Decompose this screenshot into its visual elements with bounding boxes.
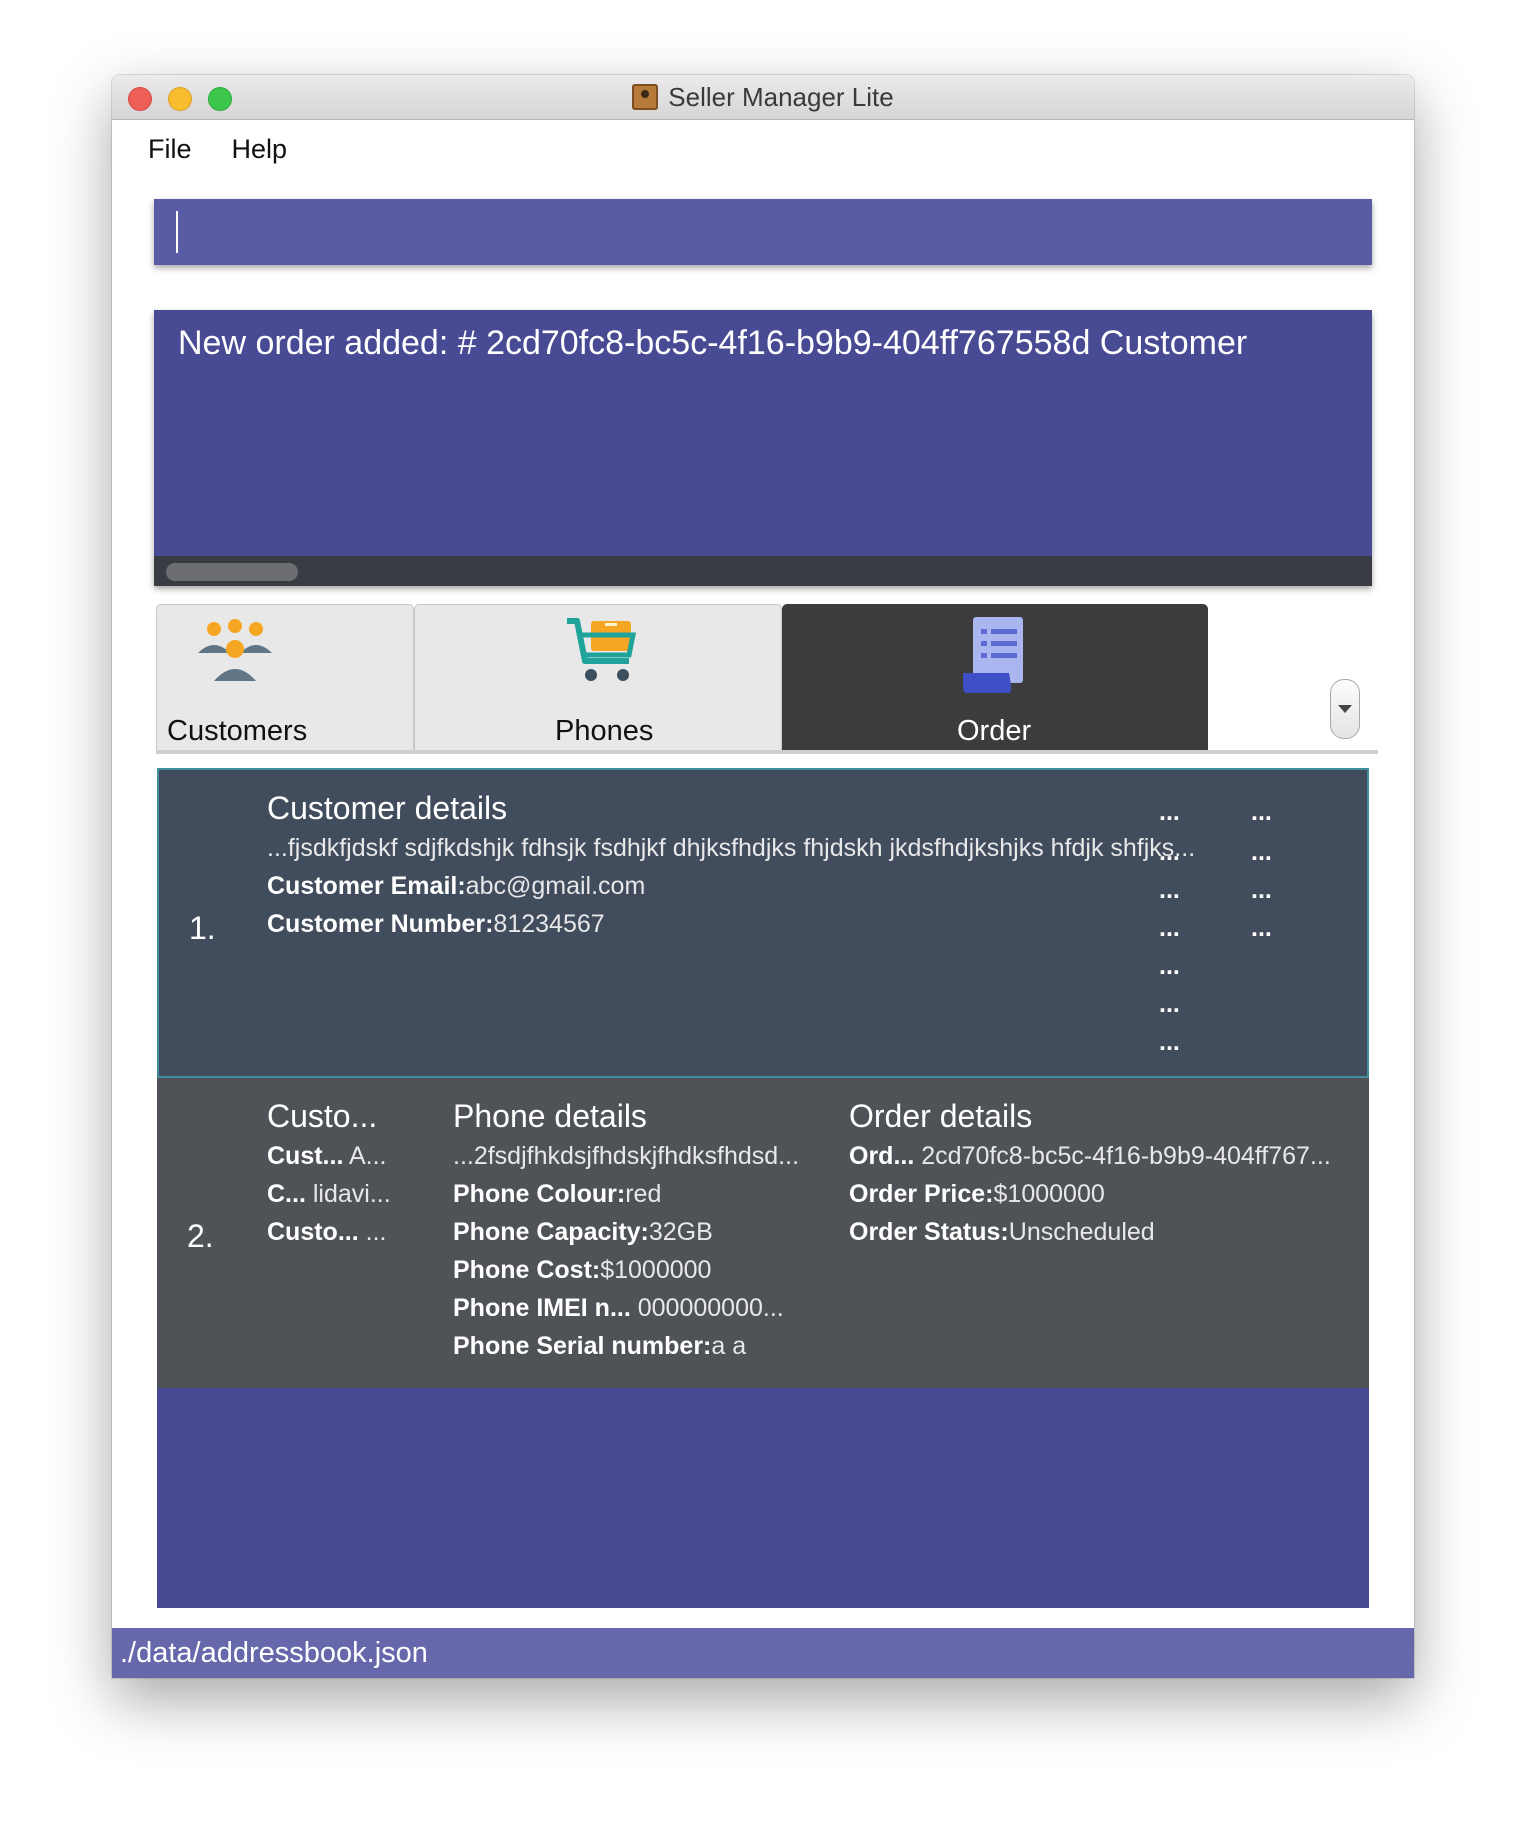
customer-email-line: Customer Email:abc@gmail.com bbox=[267, 872, 646, 900]
menu-help[interactable]: Help bbox=[232, 134, 288, 165]
customer-number-line: Customer Number:81234567 bbox=[267, 910, 605, 938]
tab-phones[interactable]: Phones bbox=[414, 604, 782, 750]
customer-line: Cust... A... bbox=[267, 1142, 387, 1170]
col2-line: ... bbox=[1159, 876, 1180, 904]
command-input[interactable] bbox=[154, 199, 1372, 265]
order-status-line: Order Status:Unscheduled bbox=[849, 1218, 1155, 1246]
col3-line: ... bbox=[1251, 876, 1272, 904]
col2-line: ... bbox=[1159, 990, 1180, 1018]
phone-details-heading: Phone details bbox=[453, 1098, 647, 1134]
phone-colour-line: Phone Colour:red bbox=[453, 1180, 662, 1208]
col2-line: ... bbox=[1159, 1028, 1180, 1056]
customer-line: Custo... ... bbox=[267, 1218, 387, 1246]
app-icon bbox=[632, 84, 659, 110]
window-title: Seller Manager Lite bbox=[668, 81, 894, 112]
tab-customers-label: Customers bbox=[167, 715, 308, 747]
shopping-cart-icon bbox=[567, 618, 637, 681]
tab-overflow-dropdown-button[interactable] bbox=[1330, 679, 1360, 739]
result-horizontal-scrollbar[interactable] bbox=[154, 556, 1372, 586]
phone-cost-line: Phone Cost:$1000000 bbox=[453, 1256, 712, 1284]
text-caret bbox=[176, 211, 178, 253]
tab-customers[interactable]: Customers bbox=[156, 604, 414, 750]
row-index: 2. bbox=[187, 1218, 214, 1254]
phone-imei-line: Phone IMEI n... 000000000... bbox=[453, 1294, 784, 1322]
phone-serial-line: Phone Serial number:a a bbox=[453, 1332, 747, 1360]
data-file-path: ./data/addressbook.json bbox=[120, 1636, 428, 1669]
col2-line: ... bbox=[1159, 952, 1180, 980]
col2-line: ... bbox=[1159, 838, 1180, 866]
tab-order[interactable]: Order bbox=[782, 604, 1208, 750]
tab-underline bbox=[156, 750, 1378, 754]
row-index: 1. bbox=[189, 910, 216, 946]
menu-file[interactable]: File bbox=[148, 134, 192, 165]
customer-details-heading: Custo... bbox=[267, 1098, 378, 1134]
col3-line: ... bbox=[1251, 838, 1272, 866]
list-item[interactable]: 1. Customer details ...fjsdkfjdskf sdjfk… bbox=[157, 768, 1369, 1078]
col2-heading: ... bbox=[1159, 798, 1180, 826]
list-item[interactable]: 2. Custo... Cust... A... C... lidavi... … bbox=[157, 1078, 1369, 1388]
result-display: New order added: # 2cd70fc8-bc5c-4f16-b9… bbox=[154, 310, 1372, 586]
customer-details-heading: Customer details bbox=[267, 790, 508, 826]
order-receipt-icon bbox=[963, 617, 1023, 693]
order-details-heading: Order details bbox=[849, 1098, 1033, 1134]
scrollbar-thumb[interactable] bbox=[166, 563, 298, 581]
tab-order-label: Order bbox=[957, 715, 1032, 747]
col3-line: ... bbox=[1251, 914, 1272, 942]
order-id-line: Ord... 2cd70fc8-bc5c-4f16-b9b9-404ff767.… bbox=[849, 1142, 1331, 1170]
phone-capacity-line: Phone Capacity:32GB bbox=[453, 1218, 713, 1246]
tab-phones-label: Phones bbox=[555, 715, 654, 747]
tab-bar: Customers Phones Order bbox=[156, 604, 1378, 754]
result-message: New order added: # 2cd70fc8-bc5c-4f16-b9… bbox=[178, 324, 1248, 362]
customer-line: C... lidavi... bbox=[267, 1180, 391, 1208]
phone-line: ...2fsdjfhkdsjfhdskjfhdksfhdsd... bbox=[453, 1142, 800, 1170]
status-bar: ./data/addressbook.json bbox=[112, 1628, 1414, 1678]
customers-icon bbox=[198, 619, 272, 681]
col2-line: ... bbox=[1159, 914, 1180, 942]
order-price-line: Order Price:$1000000 bbox=[849, 1180, 1105, 1208]
title-bar: Seller Manager Lite bbox=[112, 75, 1414, 120]
customer-name-line: ...fjsdkfjdskf sdjfkdshjk fdhsjk fsdhjkf… bbox=[267, 834, 1196, 862]
order-list[interactable]: 1. Customer details ...fjsdkfjdskf sdjfk… bbox=[157, 768, 1369, 1608]
app-window: Seller Manager Lite File Help New order … bbox=[112, 75, 1414, 1678]
col3-heading: ... bbox=[1251, 798, 1272, 826]
menu-bar: File Help bbox=[112, 120, 1414, 178]
